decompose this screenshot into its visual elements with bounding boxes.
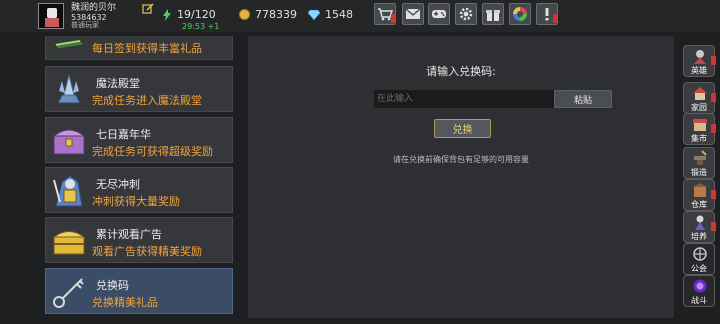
activity-title: 魔法殿堂 bbox=[96, 77, 140, 90]
gold-value: 778339 bbox=[255, 8, 297, 21]
anvil-icon bbox=[694, 150, 707, 165]
activity-desc: 观看广告获得精美奖励 bbox=[92, 245, 202, 258]
activity-desc: 冲刺获得大量奖励 bbox=[92, 195, 180, 208]
notification-dot bbox=[711, 93, 716, 102]
activity-item-watch-ads[interactable]: 累计观看广告 观看广告获得精美奖励 bbox=[45, 217, 233, 263]
hero-icon bbox=[694, 50, 706, 64]
notification-dot bbox=[553, 14, 558, 23]
gamepad-icon bbox=[432, 10, 446, 18]
shop-button[interactable] bbox=[374, 3, 396, 25]
activity-desc: 每日签到获得丰富礼品 bbox=[92, 42, 202, 55]
home-icon bbox=[693, 87, 707, 100]
settings-button[interactable] bbox=[455, 3, 477, 25]
activity-desc: 完成任务可获得超级奖励 bbox=[92, 145, 213, 158]
gold-chest-icon bbox=[52, 231, 86, 255]
edit-icon[interactable] bbox=[142, 3, 154, 15]
gem-icon bbox=[308, 9, 320, 20]
activity-item-magic-hall[interactable]: 魔法殿堂 完成任务进入魔法殿堂 bbox=[45, 66, 233, 112]
guild-icon bbox=[693, 247, 707, 261]
avatar-body bbox=[45, 18, 59, 27]
energy-stat: 19/120 bbox=[162, 8, 216, 21]
gift-button[interactable] bbox=[482, 3, 504, 25]
redeem-note: 请在兑换前确保背包有足够的可用容量 bbox=[393, 155, 529, 164]
activity-item-redeem-code[interactable]: 兑换码 兑换精美礼品 bbox=[45, 268, 233, 314]
energy-value: 19/120 bbox=[177, 8, 216, 21]
notification-dot bbox=[711, 56, 716, 65]
book-icon bbox=[53, 38, 85, 50]
energy-timer: 29:53 +1 bbox=[182, 22, 220, 31]
gold-coin-icon bbox=[239, 9, 250, 20]
activity-desc: 兑换精美礼品 bbox=[92, 296, 158, 309]
sidebar-label: 英雄 bbox=[691, 66, 707, 75]
portal-icon bbox=[693, 279, 707, 293]
sidebar-home-button[interactable]: 家园 bbox=[683, 82, 716, 114]
sidebar-label: 集市 bbox=[691, 134, 707, 143]
games-button[interactable] bbox=[428, 3, 450, 25]
sidebar-forge-button[interactable]: 锻造 bbox=[683, 147, 715, 179]
activity-item-endless-sprint[interactable]: 无尽冲刺 冲刺获得大量奖励 bbox=[45, 167, 233, 213]
redeem-button[interactable]: 兑换 bbox=[434, 119, 491, 138]
crystal-altar-icon bbox=[57, 74, 81, 104]
redeem-panel: 请输入兑换码: 粘贴 兑换 请在兑换前确保背包有足够的可用容量 bbox=[248, 36, 674, 318]
notification-dot bbox=[711, 124, 716, 133]
lightning-icon bbox=[163, 8, 171, 21]
sidebar-guild-button[interactable]: 公会 bbox=[683, 243, 715, 275]
sidebar-warehouse-button[interactable]: 仓库 bbox=[683, 179, 716, 211]
mail-button[interactable] bbox=[402, 3, 424, 25]
activity-title: 兑换码 bbox=[96, 279, 129, 292]
settings-gear-icon bbox=[459, 7, 473, 21]
sidebar-label: 培养 bbox=[691, 232, 707, 241]
redeem-code-input[interactable] bbox=[374, 90, 554, 108]
alert-button[interactable] bbox=[536, 3, 558, 25]
gold-stat: 778339 bbox=[239, 8, 297, 21]
redeem-prompt: 请输入兑换码: bbox=[426, 65, 496, 78]
sidebar-market-button[interactable]: 集市 bbox=[683, 113, 716, 145]
sidebar-label: 仓库 bbox=[691, 200, 707, 209]
gems-stat: 1548 bbox=[308, 8, 353, 21]
activity-title: 七日嘉年华 bbox=[96, 128, 151, 141]
avatar-head bbox=[47, 8, 57, 18]
sidebar-training-button[interactable]: 培养 bbox=[683, 211, 716, 243]
sidebar-battle-button[interactable]: 战斗 bbox=[683, 275, 715, 307]
gift-icon bbox=[486, 10, 500, 21]
sidebar-label: 公会 bbox=[691, 264, 707, 273]
activity-item-daily-signin[interactable]: 每日签到获得丰富礼品 bbox=[45, 36, 233, 60]
player-rank: 普通玩家 bbox=[71, 21, 99, 29]
sidebar-label: 战斗 bbox=[691, 296, 707, 305]
top-bar: 魏润的贝尔 5384632 普通玩家 19/120 29:53 +1 77833… bbox=[0, 0, 720, 32]
paste-button[interactable]: 粘贴 bbox=[554, 90, 612, 108]
treasure-chest-icon bbox=[52, 129, 86, 155]
notification-dot bbox=[391, 14, 396, 23]
warehouse-icon bbox=[693, 183, 707, 197]
knight-icon bbox=[53, 175, 83, 207]
activity-item-seven-day-carnival[interactable]: 七日嘉年华 完成任务可获得超级奖励 bbox=[45, 117, 233, 163]
gems-value: 1548 bbox=[325, 8, 353, 21]
activity-list[interactable]: 每日签到获得丰富礼品 魔法殿堂 完成任务进入魔法殿堂 七日嘉年华 完成任务可获得… bbox=[45, 36, 233, 320]
key-icon bbox=[53, 278, 84, 308]
training-icon bbox=[695, 215, 705, 230]
sidebar-hero-button[interactable]: 英雄 bbox=[683, 45, 716, 77]
activity-desc: 完成任务进入魔法殿堂 bbox=[92, 94, 202, 107]
activity-title: 累计观看广告 bbox=[96, 228, 162, 241]
market-icon bbox=[693, 119, 707, 131]
notification-dot bbox=[711, 190, 716, 199]
player-name: 魏润的贝尔 bbox=[71, 3, 117, 13]
sidebar-label: 家园 bbox=[691, 103, 707, 112]
sidebar-label: 锻造 bbox=[691, 168, 707, 177]
color-wheel-icon bbox=[513, 7, 527, 21]
avatar[interactable] bbox=[38, 3, 64, 29]
color-wheel-button[interactable] bbox=[509, 3, 531, 25]
mail-icon bbox=[405, 8, 421, 19]
activity-title: 无尽冲刺 bbox=[96, 178, 140, 191]
notification-dot bbox=[711, 222, 716, 231]
